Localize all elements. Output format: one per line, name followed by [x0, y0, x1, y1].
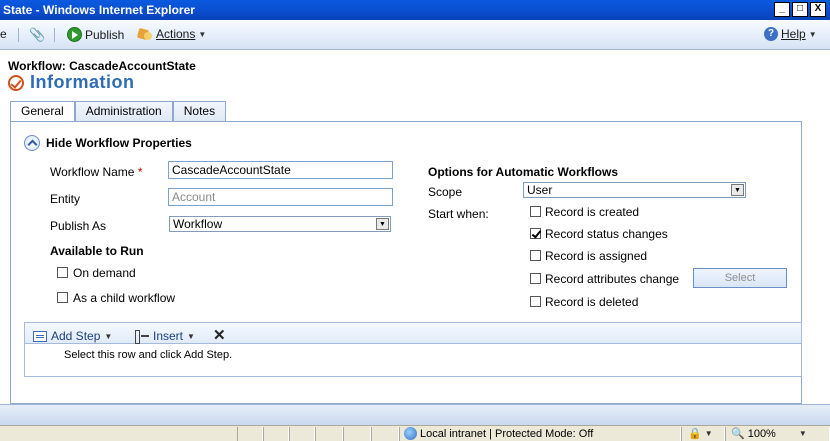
workflow-name-input[interactable]: CascadeAccountState — [168, 161, 393, 179]
window-title: State - Windows Internet Explorer — [3, 3, 195, 17]
publish-as-select[interactable]: Workflow ▼ — [169, 216, 391, 232]
publish-button[interactable]: Publish — [67, 27, 124, 42]
toolbar-separator — [54, 28, 55, 42]
form-footer — [0, 404, 830, 425]
chevron-down-icon: ▼ — [104, 331, 113, 341]
start-when-label: Start when: — [428, 207, 489, 221]
publish-label: Publish — [85, 27, 125, 42]
attach-button[interactable]: 📎 — [29, 27, 45, 43]
toolbar-truncated-label: e — [0, 27, 7, 41]
help-icon: ? — [764, 27, 778, 41]
command-toolbar: e 📎 Publish Actions ▼ ? Help ▼ — [0, 20, 830, 50]
add-step-button[interactable]: Add Step ▼ — [33, 329, 112, 343]
section-header: Information — [8, 72, 135, 93]
section-title: Information — [30, 72, 135, 92]
record-created-checkbox[interactable] — [530, 206, 541, 217]
status-cell — [371, 427, 399, 441]
hide-properties-toggle[interactable]: Hide Workflow Properties — [24, 135, 192, 151]
available-to-run-heading: Available to Run — [50, 244, 144, 258]
tab-general[interactable]: General — [10, 101, 75, 122]
record-attributes-change-label: Record attributes change — [545, 272, 680, 286]
publish-as-value: Workflow — [173, 217, 223, 231]
publish-icon — [67, 27, 82, 42]
insert-label: Insert — [153, 329, 184, 343]
chevron-down-icon: ▼ — [187, 331, 195, 341]
automatic-options-heading: Options for Automatic Workflows — [428, 165, 619, 179]
record-assigned-checkbox[interactable] — [530, 250, 541, 261]
status-cell — [237, 427, 263, 441]
record-deleted-label: Record is deleted — [545, 295, 639, 309]
status-cell — [289, 427, 315, 441]
actions-menu-button[interactable]: Actions ▼ — [137, 27, 206, 41]
entity-label: Entity — [50, 192, 81, 206]
record-status-changes-label: Record status changes — [545, 227, 668, 241]
lock-icon: 🔒 — [688, 428, 702, 440]
hide-properties-label: Hide Workflow Properties — [46, 136, 192, 150]
publish-as-label: Publish As — [50, 219, 107, 233]
select-attributes-button[interactable]: Select — [693, 268, 787, 288]
toolbar-separator — [18, 28, 19, 42]
on-demand-label: On demand — [73, 266, 136, 280]
entity-input[interactable]: Account — [168, 188, 393, 206]
tab-administration[interactable]: Administration — [74, 101, 173, 121]
add-step-label: Add Step — [51, 329, 101, 343]
actions-label: Actions — [156, 27, 196, 41]
collapse-icon — [24, 135, 40, 151]
chevron-down-icon: ▼ — [808, 29, 817, 39]
insert-button[interactable]: Insert ▼ — [135, 329, 195, 344]
minimize-button[interactable]: _ — [774, 2, 790, 17]
required-mark: * — [137, 165, 143, 179]
chevron-down-icon: ▼ — [198, 29, 207, 39]
insert-icon — [135, 330, 149, 344]
step-hint: Select this row and click Add Step. — [64, 349, 233, 361]
workflow-name-label: Workflow Name * — [50, 165, 142, 179]
chevron-down-icon: ▼ — [798, 429, 807, 438]
workflow-name-label-text: Workflow Name — [50, 165, 135, 179]
child-workflow-label: As a child workflow — [73, 291, 176, 305]
security-zone[interactable]: Local intranet | Protected Mode: Off — [404, 427, 593, 440]
zoom-icon: 🔍 — [731, 428, 745, 440]
help-menu-button[interactable]: ? Help ▼ — [764, 27, 817, 41]
tab-notes[interactable]: Notes — [172, 101, 227, 121]
add-step-icon — [33, 330, 47, 342]
record-title: Workflow: CascadeAccountState — [8, 59, 196, 73]
form-tabs: General Administration Notes — [10, 101, 227, 122]
window-title-bar: State - Windows Internet Explorer _ □ X — [0, 0, 830, 20]
actions-icon — [137, 27, 153, 41]
chevron-down-icon: ▼ — [731, 184, 744, 196]
toolbar-truncated-item[interactable]: e — [0, 27, 7, 41]
record-attributes-change-checkbox[interactable] — [530, 273, 541, 284]
child-workflow-checkbox[interactable] — [57, 292, 68, 303]
on-demand-checkbox[interactable] — [57, 267, 68, 278]
status-cell — [263, 427, 289, 441]
record-created-label: Record is created — [545, 205, 640, 219]
zoom-level: 100% — [747, 427, 776, 440]
checkmark-icon — [8, 74, 24, 91]
help-label: Help — [781, 27, 806, 41]
zoom-button[interactable]: 🔍 100% ▼ — [731, 427, 807, 441]
protected-mode-button[interactable]: 🔒 ▼ — [688, 427, 713, 440]
paperclip-icon: 📎 — [29, 27, 46, 42]
record-deleted-checkbox[interactable] — [530, 296, 541, 307]
chevron-down-icon: ▼ — [376, 218, 389, 230]
scope-select[interactable]: User ▼ — [523, 182, 746, 198]
chevron-down-icon: ▼ — [704, 429, 713, 438]
security-zone-label: Local intranet | Protected Mode: Off — [420, 427, 594, 440]
globe-icon — [404, 427, 417, 440]
record-assigned-label: Record is assigned — [545, 249, 648, 263]
delete-icon[interactable]: ✕ — [213, 326, 226, 344]
close-button[interactable]: X — [810, 2, 826, 17]
browser-status-bar: Local intranet | Protected Mode: Off 🔒 ▼… — [0, 425, 830, 441]
maximize-button[interactable]: □ — [792, 2, 808, 17]
status-cell — [343, 427, 371, 441]
record-status-changes-checkbox[interactable] — [530, 228, 541, 239]
scope-value: User — [527, 183, 553, 197]
status-cell — [315, 427, 343, 441]
scope-label: Scope — [428, 185, 463, 199]
